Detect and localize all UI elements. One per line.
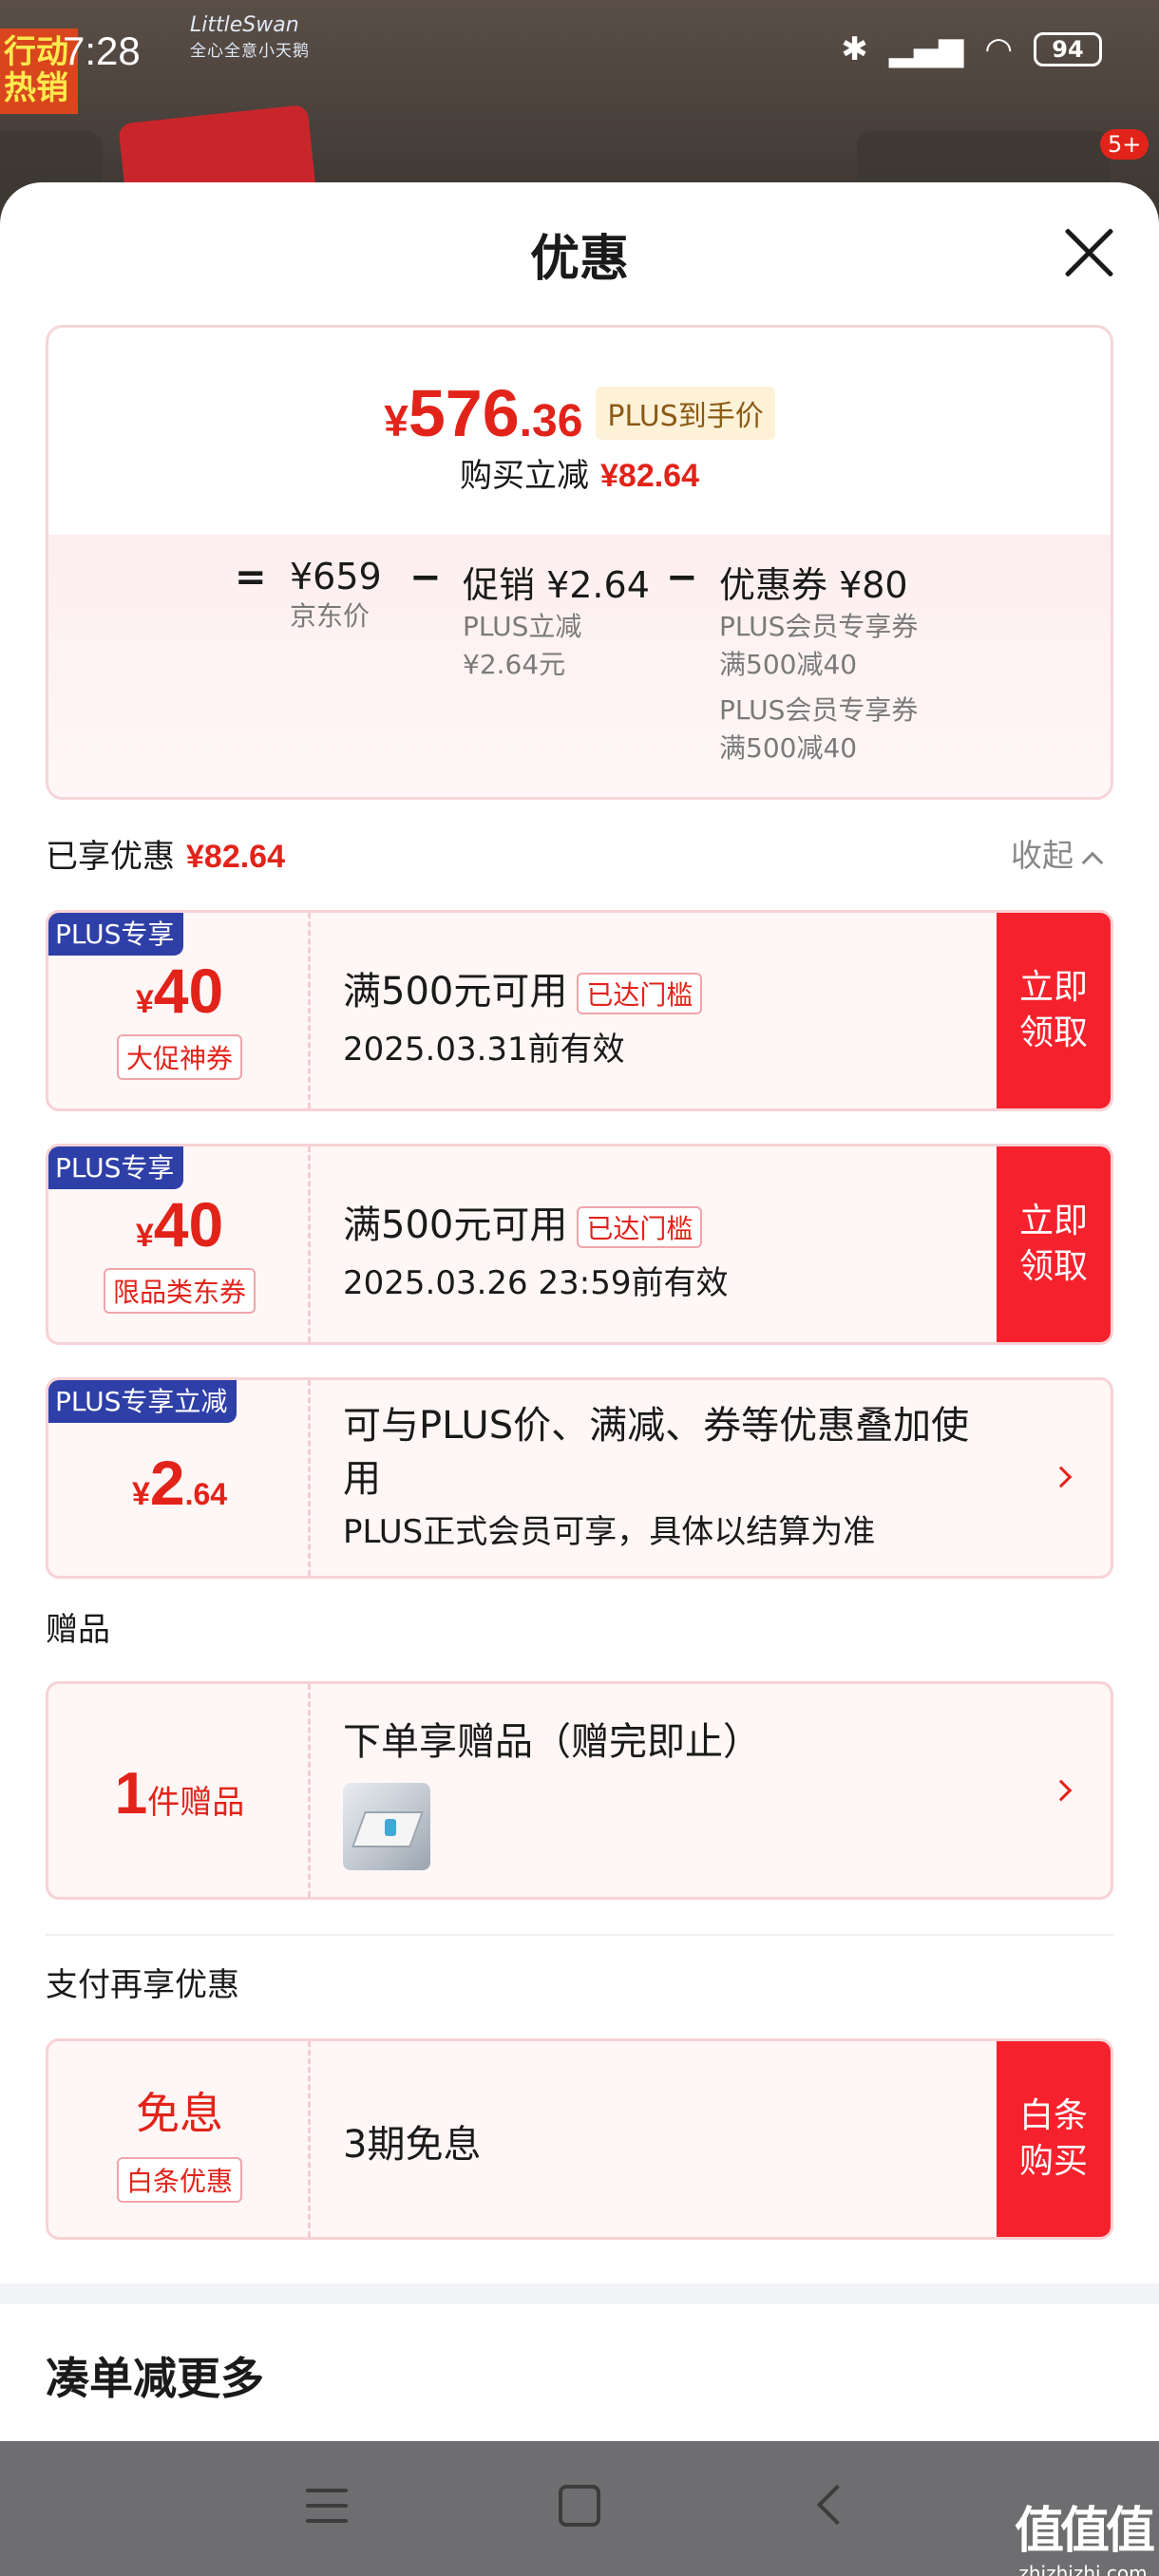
watermark: 值值值 zhizhizhi.com [1015,2503,1155,2576]
payment-body: 3期免息 [343,2123,482,2167]
interest-free-label: 免息 [136,2089,223,2138]
threshold-tag: 已达门槛 [577,973,703,1014]
baitiao-buy-button[interactable]: 白条购买 [997,2041,1111,2237]
collapse-toggle[interactable]: 收起 [1011,830,1104,876]
cart-badge: 5+ [1100,129,1150,160]
final-price: ¥576.36 [384,376,583,450]
discount-amount-value: ¥2.64 [131,1448,228,1518]
plus-ribbon: PLUS专享 [48,1146,184,1189]
section-gap [0,2283,1159,2304]
divider [46,1934,1113,1936]
coupon-validity: 2025.03.26 23:59前有效 [343,1264,729,1302]
coupon-amount-value: ¥40 [135,956,224,1026]
minus-sign-2: − [666,556,698,599]
coupon-body: 满500元可用 已达门槛 2025.03.31前有效 [343,960,987,1070]
enjoyed-label: 已享优惠 ¥82.64 [46,838,285,876]
gift-section-label: 赠品 [46,1611,110,1649]
status-time: 7:28 [63,28,141,73]
home-icon[interactable] [559,2485,600,2527]
coupon-type-tag: 大促神券 [48,1034,311,1080]
reduce-row: 购买立减 ¥82.64 [460,457,699,495]
chevron-right-icon [1050,1779,1073,1802]
coupon-amount-value: ¥40 [135,1189,224,1260]
claim-button[interactable]: 立即领取 [997,1146,1111,1342]
gift-image[interactable] [343,1783,430,1870]
payment-card: 免息 白条优惠 3期免息 白条购买 [46,2038,1113,2240]
price-summary: ¥576.36 PLUS到手价 购买立减 ¥82.64 = ¥659 京东价 − 促… [46,325,1113,800]
more-section-title: 凑单减更多 [46,2353,264,2404]
close-icon[interactable] [1062,226,1115,279]
threshold-tag: 已达门槛 [577,1206,703,1248]
claim-button[interactable]: 立即领取 [997,913,1111,1108]
status-icons: ✱ ▂▄▆ ◠ 94 [841,30,1102,68]
gift-body: 下单享赠品（赠完即止） [343,1720,761,1764]
back-icon[interactable] [816,2484,858,2526]
baitiao-tag: 白条优惠 [48,2157,311,2203]
final-price-row: ¥576.36 PLUS到手价 [48,375,1111,451]
battery-icon: 94 [1034,32,1102,66]
gift-count: 1件赠品 [114,1761,245,1827]
coupon-card: PLUS专享 ¥40 限品类东券 满500元可用 已达门槛 2025.03.26 … [46,1144,1113,1345]
wifi-icon: ◠ [984,30,1013,68]
coupon-card: PLUS专享 ¥40 大促神券 满500元可用 已达门槛 2025.03.31前有… [46,910,1113,1111]
equals-sign: = [235,556,267,599]
promo-amount: 促销 ¥2.64 PLUS立减 ¥2.64元 [463,564,650,680]
signal-icon: ▂▄▆ [888,30,964,68]
status-bar: 7:28 ✱ ▂▄▆ ◠ 94 [0,0,1159,104]
payment-section-label: 支付再享优惠 [46,1966,239,2004]
menu-icon[interactable] [306,2489,348,2527]
bluetooth-icon: ✱ [841,30,868,68]
minus-sign: − [409,556,442,599]
coupon-validity: 2025.03.31前有效 [343,1031,625,1069]
plus-ribbon: PLUS专享 [48,913,184,956]
system-nav-bar [0,2441,1159,2576]
plus-price-tag: PLUS到手价 [596,387,775,440]
coupon-body: 满500元可用 已达门槛 2025.03.26 23:59前有效 [343,1194,987,1303]
discount-body: 可与PLUS价、满减、券等优惠叠加使用 PLUS正式会员可享，具体以结算为准 [343,1404,970,1551]
plus-discount-card[interactable]: PLUS专享立减 ¥2.64 可与PLUS价、满减、券等优惠叠加使用 PLUS正… [46,1377,1113,1579]
coupon-amount: 优惠券 ¥80 PLUS会员专享券 满500减40 PLUS会员专享券 满500… [719,564,919,764]
discount-sheet: 优惠 ¥576.36 PLUS到手价 购买立减 ¥82.64 = ¥659 京东价 … [0,182,1159,2441]
chevron-up-icon [1081,851,1104,874]
sheet-title: 优惠 [529,231,629,288]
chevron-right-icon [1050,1466,1073,1488]
gift-card[interactable]: 1件赠品 下单享赠品（赠完即止） [46,1681,1113,1900]
coupon-type-tag: 限品类东券 [48,1268,311,1314]
plus-ribbon: PLUS专享立减 [48,1380,238,1423]
jd-price: ¥659 京东价 [290,556,382,632]
